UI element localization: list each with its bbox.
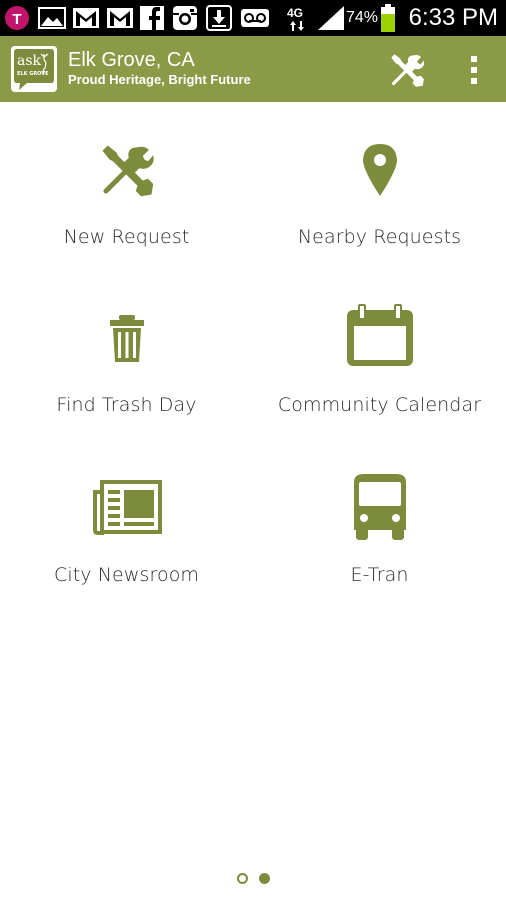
overflow-menu-button[interactable] [460,50,488,90]
page-indicator [0,870,506,886]
app-subtitle: Proud Heritage, Bright Future [68,72,251,87]
t-mobile-icon: T [4,5,30,31]
app-logo[interactable]: ask ELK GROVE [11,46,57,92]
gmail-icon [106,5,134,31]
tile-find-trash-day[interactable]: Find Trash Day [0,290,253,455]
logo-subtext: ELK GROVE [17,71,49,77]
page-dot-1[interactable] [236,872,248,884]
tile-community-calendar[interactable]: Community Calendar [253,290,506,455]
overflow-dot [471,78,477,84]
overflow-dot [471,67,477,73]
status-bar: T 4G 74% 6:33 PM [0,0,506,36]
voicemail-icon [240,5,270,31]
trash-can-icon [0,314,253,364]
gmail-icon [72,5,100,31]
tile-label: Community Calendar [277,394,482,416]
calendar-icon [253,302,506,368]
map-pin-icon [253,142,506,198]
battery-percent: 74% [346,9,379,26]
svg-text:T: T [12,11,21,28]
tools-icon [0,142,253,198]
tools-icon [391,54,425,87]
photo-icon [38,5,66,31]
page-dot-2-active[interactable] [258,872,270,884]
app-title: Elk Grove, CA [68,49,195,71]
tile-city-newsroom[interactable]: City Newsroom [0,460,253,625]
tile-label: Nearby Requests [297,226,462,248]
newspaper-icon [0,480,253,536]
tile-nearby-requests[interactable]: Nearby Requests [253,122,506,287]
tile-label: E-Tran [350,564,409,586]
battery-icon [380,4,396,32]
network-type: 4G [287,6,304,20]
settings-button[interactable] [387,50,427,90]
overflow-dot [471,56,477,62]
data-arrows-icon [290,20,304,32]
bus-icon [253,472,506,542]
facebook-icon [140,5,164,31]
tile-e-tran[interactable]: E-Tran [253,460,506,625]
tile-label: Find Trash Day [56,394,197,416]
app-bar: ask ELK GROVE Elk Grove, CA Proud Herita… [0,36,506,102]
tile-label: City Newsroom [53,564,200,586]
logo-text: ask [17,53,42,69]
instagram-icon [172,5,198,31]
signal-icon [318,5,344,31]
tile-label: New Request [63,226,190,248]
download-icon [206,5,232,31]
clock: 6:33 PM [408,4,498,31]
tile-new-request[interactable]: New Request [0,122,253,287]
